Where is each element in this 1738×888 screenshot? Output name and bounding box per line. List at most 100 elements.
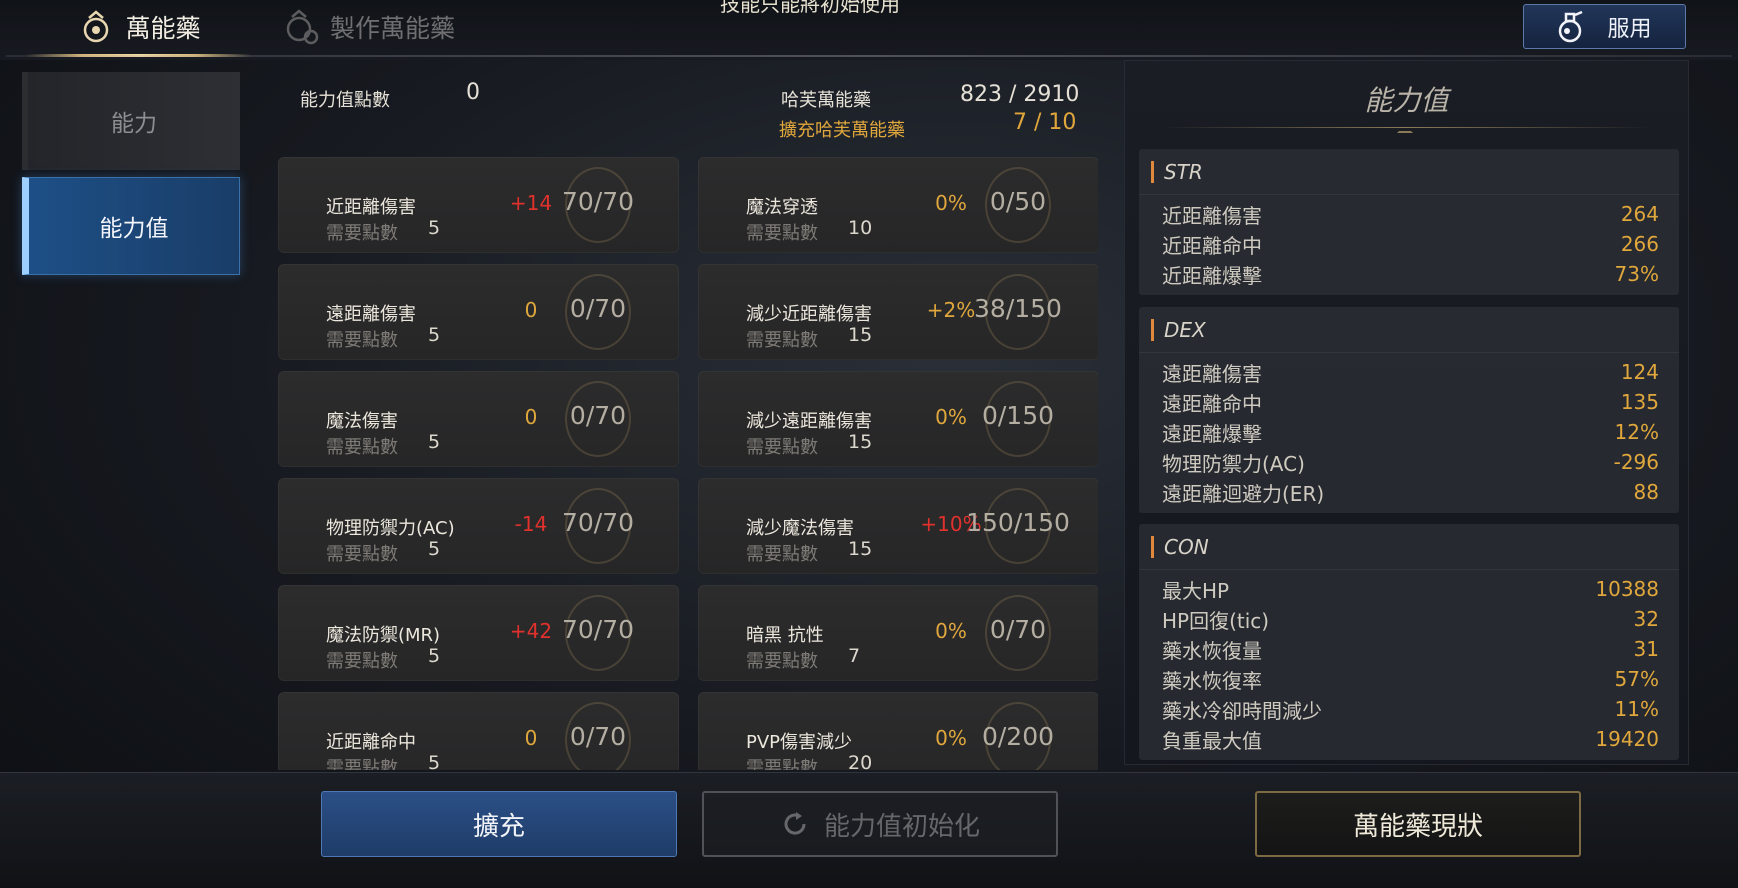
required-points-label: 需要點數 (326, 223, 398, 244)
group-header: DEX (1139, 307, 1679, 353)
stat-capacity: 38/150 (974, 294, 1062, 323)
stat-capacity: 0/200 (981, 722, 1055, 751)
stat-value: 31 (1633, 637, 1659, 661)
tab-elixir[interactable]: 萬能藥 (26, 0, 252, 57)
stat-card[interactable]: 近距離傷害 需要點數 5 +14 70/70 (278, 157, 679, 253)
potion-icon (1559, 10, 1583, 42)
required-points-value: 5 (428, 431, 441, 453)
stat-card[interactable]: 遠距離傷害 需要點數 5 0 0/70 (278, 264, 679, 360)
required-points-value: 5 (428, 217, 441, 239)
stat-group-con: CON 最大HP 10388 HP回復(tic) 32 藥水恢復量 31 藥水恢復率 5… (1139, 524, 1679, 760)
stat-row: 遠距離迴避力(ER) 88 (1139, 477, 1679, 507)
stat-value: 124 (1620, 360, 1659, 384)
elixir-icon (84, 10, 109, 43)
reset-stats-button-label: 能力值初始化 (823, 811, 980, 842)
stat-key: 近距離命中 (1162, 233, 1262, 258)
stat-name: 暗黑 抗性 (746, 625, 824, 646)
stats-title: 能力值 (1364, 84, 1449, 117)
stat-card[interactable]: 魔法穿透 需要點數 10 0% 0/50 (698, 157, 1098, 253)
stat-key: 負重最大值 (1162, 728, 1262, 753)
stat-value: 57% (1614, 667, 1659, 691)
tab-craft-elixir[interactable]: 製作萬能藥 (282, 0, 455, 54)
stat-key: 藥水冷卻時間減少 (1162, 698, 1322, 723)
required-points-value: 5 (428, 645, 441, 667)
stat-card-grid: 近距離傷害 需要點數 5 +14 70/70 魔法穿透 需要點數 10 0% 0… (278, 157, 1098, 770)
use-button-label: 服用 (1607, 16, 1652, 42)
stat-value: 19420 (1595, 727, 1659, 751)
tab-craft-elixir-label: 製作萬能藥 (330, 14, 456, 43)
points-label: 能力值點數 (300, 90, 390, 111)
group-name: DEX (1164, 317, 1206, 342)
refresh-icon (784, 812, 806, 835)
stat-name: 近距離命中 (326, 732, 416, 753)
stat-name: 減少近距離傷害 (746, 304, 872, 325)
stat-capacity: 0/70 (989, 615, 1047, 644)
stat-card[interactable]: 暗黑 抗性 需要點數 7 0% 0/70 (698, 585, 1098, 681)
required-points-value: 20 (848, 752, 873, 770)
required-points-label: 需要點數 (326, 758, 398, 770)
sidebar: 能力 能力值 (0, 60, 250, 772)
stat-card[interactable]: 近距離命中 需要點數 5 0 0/70 (278, 692, 679, 770)
expand-elixir-value: 7 / 10 (1013, 110, 1077, 135)
stat-row: 近距離命中 266 (1139, 229, 1679, 259)
stat-value: 266 (1620, 232, 1659, 256)
stat-name: 減少遠距離傷害 (746, 411, 872, 432)
stat-row: 最大HP 10388 (1139, 574, 1679, 604)
stat-row: 藥水恢復率 57% (1139, 664, 1679, 694)
required-points-label: 需要點數 (746, 651, 818, 672)
stat-value: 264 (1620, 202, 1659, 226)
stat-card[interactable]: 減少遠距離傷害 需要點數 15 0% 0/150 (698, 371, 1098, 467)
stat-value: 73% (1614, 262, 1659, 286)
sidebar-item-ability[interactable]: 能力 (22, 72, 240, 170)
stat-capacity: 150/150 (966, 508, 1070, 537)
group-name: STR (1164, 159, 1203, 184)
stat-value: -296 (1613, 450, 1659, 474)
stat-value: 10388 (1595, 577, 1659, 601)
stat-row: 負重最大值 19420 (1139, 724, 1679, 754)
required-points-value: 7 (848, 645, 861, 667)
stat-card[interactable]: PVP傷害減少 需要點數 20 0% 0/200 (698, 692, 1098, 770)
expand-button-label: 擴充 (472, 811, 525, 842)
stat-key: 遠距離傷害 (1162, 361, 1262, 386)
stat-key: 近距離傷害 (1162, 203, 1262, 228)
group-header: CON (1139, 524, 1679, 570)
stat-key: HP回復(tic) (1162, 608, 1270, 633)
stat-value: 32 (1633, 607, 1659, 631)
notice-text: 技能只能將初始使用 (720, 0, 900, 16)
stat-name: 遠距離傷害 (326, 304, 416, 325)
top-divider (6, 55, 1732, 57)
craft-elixir-icon (286, 9, 319, 45)
expand-button[interactable]: 擴充 (321, 791, 677, 857)
reset-stats-button[interactable]: 能力值初始化 (702, 791, 1058, 857)
stat-key: 最大HP (1162, 578, 1230, 603)
stat-card[interactable]: 物理防禦力(AC) 需要點數 5 -14 70/70 (278, 478, 679, 574)
sidebar-item-stats[interactable]: 能力值 (22, 177, 240, 275)
stat-value: 11% (1614, 697, 1659, 721)
stat-value: 12% (1614, 420, 1659, 444)
stat-name: 魔法傷害 (326, 411, 398, 432)
use-button[interactable]: 服用 (1523, 4, 1686, 49)
bottom-bar: 擴充 能力值初始化 萬能藥現狀 (0, 772, 1738, 888)
required-points-value: 5 (428, 324, 441, 346)
stat-capacity: 70/70 (561, 508, 635, 537)
required-points-label: 需要點數 (326, 437, 398, 458)
required-points-value: 5 (428, 538, 441, 560)
stats-panel: 能力值 STR 近距離傷害 264 近距離命中 266 近距離爆擊 73% DEX 遠… (1124, 60, 1689, 765)
elixir-status-button[interactable]: 萬能藥現狀 (1255, 791, 1581, 857)
stat-key: 遠距離爆擊 (1162, 421, 1262, 446)
title-ornament (1397, 123, 1413, 133)
stat-card[interactable]: 魔法傷害 需要點數 5 0 0/70 (278, 371, 679, 467)
stat-card[interactable]: 魔法防禦(MR) 需要點數 5 +42 70/70 (278, 585, 679, 681)
stat-card[interactable]: 減少魔法傷害 需要點數 15 +10% 150/150 (698, 478, 1098, 574)
stat-row: 遠距離命中 135 (1139, 387, 1679, 417)
required-points-label: 需要點數 (746, 758, 818, 770)
stat-name: 魔法穿透 (746, 197, 818, 218)
required-points-label: 需要點數 (746, 223, 818, 244)
stat-card[interactable]: 減少近距離傷害 需要點數 15 +2% 38/150 (698, 264, 1098, 360)
required-points-value: 15 (848, 538, 873, 560)
top-bar: 萬能藥 製作萬能藥 技能只能將初始使用 服用 (0, 0, 1738, 60)
stat-group-dex: DEX 遠距離傷害 124 遠距離命中 135 遠距離爆擊 12% 物理防禦力(AC)… (1139, 307, 1679, 513)
stat-name: 減少魔法傷害 (746, 518, 854, 539)
expand-elixir-label: 擴充哈芙萬能藥 (779, 120, 905, 141)
stat-key: 遠距離迴避力(ER) (1162, 481, 1325, 506)
